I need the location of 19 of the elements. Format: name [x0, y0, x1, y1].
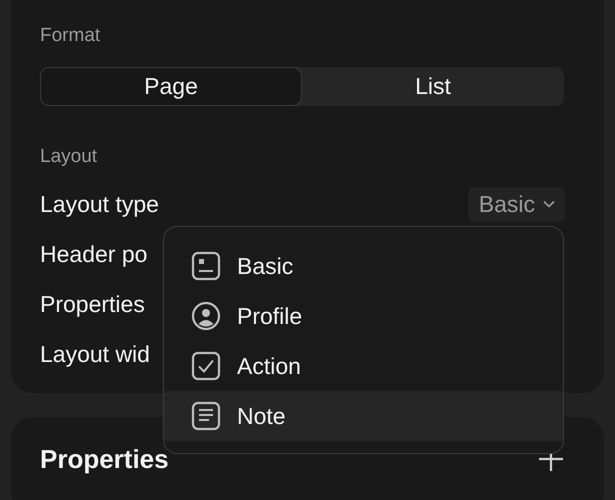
section-label: Layout	[40, 145, 98, 169]
chevron-down-icon	[543, 200, 555, 208]
segment-tab[interactable]: Page	[40, 67, 302, 106]
setting-label: Layout type	[40, 190, 159, 218]
setting-label: Properties	[40, 290, 145, 318]
checkbox-icon	[191, 351, 221, 381]
menu-item[interactable]: Profile	[164, 291, 563, 341]
card-icon	[191, 251, 221, 281]
menu-item[interactable]: Action	[164, 341, 563, 391]
user-icon	[191, 301, 221, 331]
menu-item[interactable]: Note	[164, 391, 563, 441]
segment-tab[interactable]: List	[302, 67, 564, 106]
setting-label: Header po	[40, 240, 148, 268]
menu-item[interactable]: Basic	[164, 241, 563, 291]
layout-type-dropdown[interactable]: Basic	[468, 186, 565, 222]
note-icon	[191, 401, 221, 431]
section-title: Properties	[40, 444, 169, 474]
section-label: Format	[40, 24, 100, 48]
setting-label: Layout wid	[40, 340, 150, 368]
